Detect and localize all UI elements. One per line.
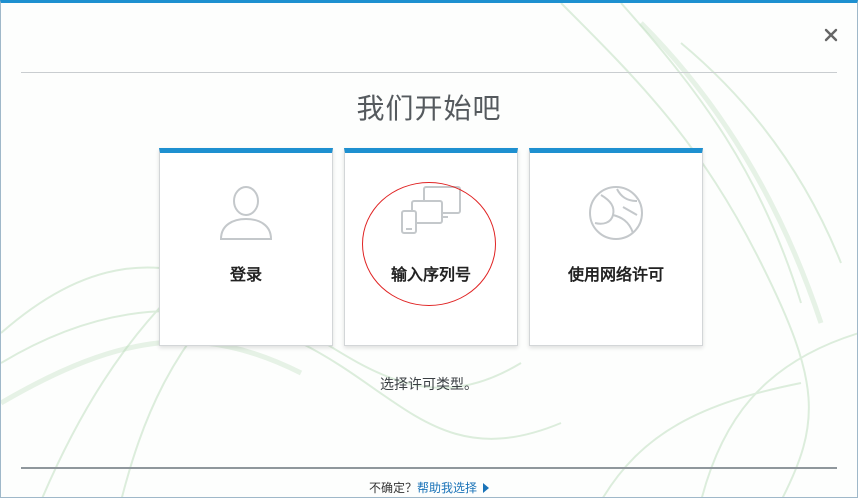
page-title: 我们开始吧 — [356, 92, 502, 125]
card-network-license[interactable]: 使用网络许可 — [529, 148, 703, 346]
top-divider — [21, 72, 837, 73]
card-label: 使用网络许可 — [567, 265, 664, 284]
help-me-choose-link[interactable]: 帮助我选择 — [417, 481, 477, 495]
footer-prefix: 不确定？ — [368, 481, 417, 495]
close-icon[interactable] — [823, 27, 839, 43]
user-icon — [219, 186, 273, 240]
triangle-right-icon[interactable] — [483, 483, 490, 493]
instruction-text: 选择许可类型。 — [380, 377, 478, 393]
footer: 不确定？帮助我选择 — [1, 479, 857, 496]
license-dialog: 我们开始吧 登录 输入序列号 使用网络许可 选择许可类型。 不确定？帮助我选择 — [0, 0, 858, 498]
card-sign-in[interactable]: 登录 — [159, 148, 333, 346]
bottom-divider — [21, 467, 837, 469]
network-globe-icon — [589, 186, 643, 240]
devices-icon — [401, 186, 461, 234]
card-label: 输入序列号 — [390, 265, 471, 284]
card-label: 登录 — [229, 265, 262, 284]
license-options: 登录 输入序列号 使用网络许可 — [159, 148, 704, 348]
card-enter-serial[interactable]: 输入序列号 — [344, 148, 518, 346]
